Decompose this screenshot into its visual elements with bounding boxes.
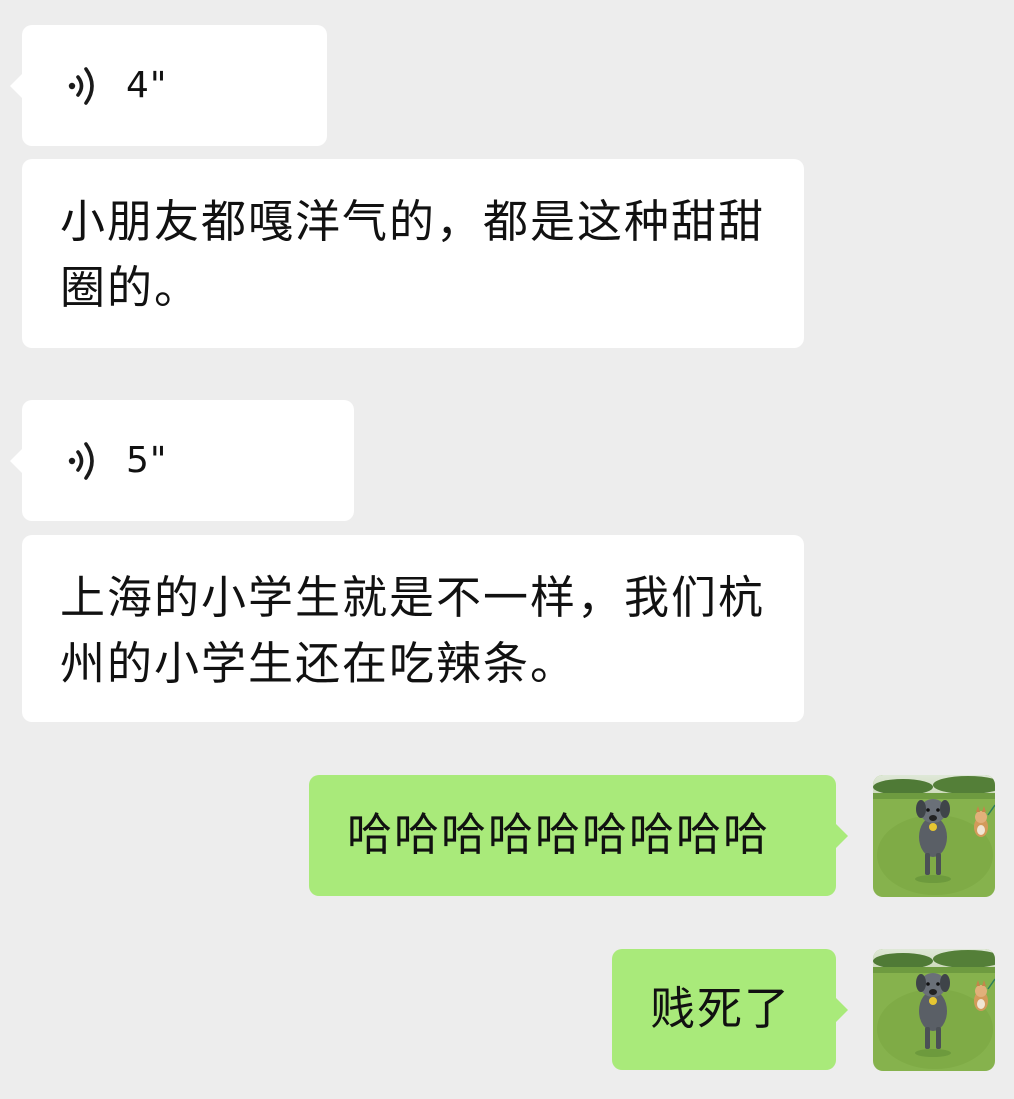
chat-thread: 4" 小朋友都嘎洋气的，都是这种甜甜圈的。 5" 上海的小学生就是不一样，我们杭… <box>0 0 1014 1099</box>
incoming-text-bubble[interactable]: 小朋友都嘎洋气的，都是这种甜甜圈的。 <box>22 159 804 348</box>
avatar[interactable] <box>873 775 995 897</box>
message-text: 上海的小学生就是不一样，我们杭州的小学生还在吃辣条。 <box>60 571 766 690</box>
voice-wave-icon <box>64 64 104 108</box>
message-text: 小朋友都嘎洋气的，都是这种甜甜圈的。 <box>60 195 766 314</box>
message-text: 贱死了 <box>650 982 792 1035</box>
voice-wave-icon <box>64 439 104 483</box>
voice-message-bubble[interactable]: 5" <box>10 400 354 521</box>
avatar[interactable] <box>873 949 995 1071</box>
voice-message-bubble[interactable]: 4" <box>10 25 327 146</box>
outgoing-text-bubble[interactable]: 贱死了 <box>612 949 848 1070</box>
outgoing-text-bubble[interactable]: 哈哈哈哈哈哈哈哈哈 <box>309 775 848 896</box>
voice-duration: 5" <box>126 440 168 481</box>
message-text: 哈哈哈哈哈哈哈哈哈 <box>347 808 771 861</box>
voice-duration: 4" <box>126 65 168 106</box>
incoming-text-bubble[interactable]: 上海的小学生就是不一样，我们杭州的小学生还在吃辣条。 <box>22 535 804 722</box>
